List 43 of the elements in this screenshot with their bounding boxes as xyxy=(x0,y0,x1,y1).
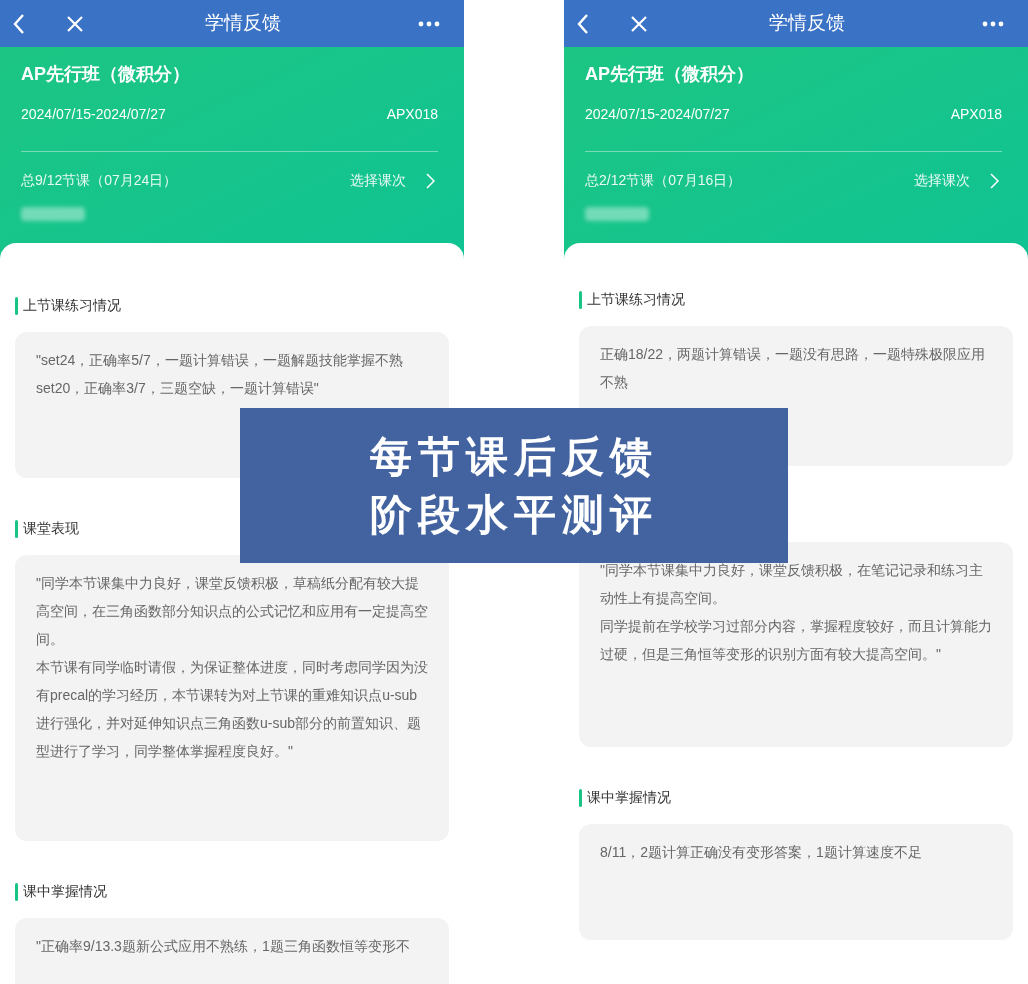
section-marker xyxy=(15,519,18,538)
course-dates: 2024/07/15-2024/07/27 xyxy=(585,105,730,124)
section-marker xyxy=(15,882,18,901)
select-lesson-link[interactable]: 选择课次 xyxy=(350,170,435,191)
section-title: 课堂表现 xyxy=(23,519,79,538)
blurred-name xyxy=(585,207,649,221)
feedback-text: 本节课有同学临时请假，为保证整体进度，同时考虑同学因为没有precal的学习经历，本节课转为对上节课的重难知识点u-sub进行强化，并对延伸知识点三角函数u-sub部分的前置知识、题型进行了学习，同学整体掌握程度良好。" xyxy=(36,658,428,761)
chevron-right-icon xyxy=(426,172,435,189)
close-icon[interactable] xyxy=(66,14,84,33)
chevron-right-icon xyxy=(990,172,999,189)
course-name: AP先行班（微积分） xyxy=(21,63,191,86)
feedback-text: "正确率9/13.3题新公式应用不熟练，1题三角函数恒等变形不 xyxy=(36,937,411,956)
section-title: 上节课练习情况 xyxy=(587,290,685,309)
section-title: 上节课练习情况 xyxy=(23,296,121,315)
page-title: 学情反馈 xyxy=(205,11,281,36)
feedback-text: "同学本节课集中力良好，课堂反馈积极，草稿纸分配有较大提高空间，在三角函数部分知识点的公式记忆和应用有一定提高空间。 xyxy=(36,574,428,649)
more-icon[interactable] xyxy=(418,20,440,27)
section-marker xyxy=(579,788,582,807)
feedback-text: set20，正确率3/7，三题空缺，一题计算错误" xyxy=(36,379,320,398)
section-title: 课中掌握情况 xyxy=(587,788,671,807)
banner-text: 阶段水平测评 xyxy=(370,489,658,540)
close-icon[interactable] xyxy=(630,14,648,33)
page-title: 学情反馈 xyxy=(769,11,845,36)
banner-text: 每节课后反馈 xyxy=(370,431,658,482)
back-icon[interactable] xyxy=(12,12,26,35)
lesson-info: 总2/12节课（07月16日） xyxy=(585,171,742,190)
feedback-text: 8/11，2题计算正确没有变形答案，1题计算速度不足 xyxy=(600,843,923,862)
blurred-name xyxy=(21,207,85,221)
feedback-text: "同学本节课集中力良好，课堂反馈积极，在笔记记录和练习主动性上有提高空间。 xyxy=(600,561,984,608)
lesson-info: 总9/12节课（07月24日） xyxy=(21,171,178,190)
section-title: 课中掌握情况 xyxy=(23,882,107,901)
course-code: APX018 xyxy=(950,105,1002,124)
feedback-text: 同学提前在学校学习过部分内容，掌握程度较好，而且计算能力过硬，但是三角恒等变形的识别方面有较大提高空间。" xyxy=(600,617,992,664)
course-code: APX018 xyxy=(386,105,438,124)
feedback-text: 正确18/22，两题计算错误，一题没有思路，一题特殊极限应用不熟 xyxy=(600,345,987,392)
feedback-text: "set24，正确率5/7，一题计算错误，一题解题技能掌握不熟 xyxy=(36,351,404,370)
course-dates: 2024/07/15-2024/07/27 xyxy=(21,105,166,124)
back-icon[interactable] xyxy=(576,12,590,35)
section-marker xyxy=(579,290,582,309)
more-icon[interactable] xyxy=(982,20,1004,27)
section-marker xyxy=(15,296,18,315)
course-name: AP先行班（微积分） xyxy=(585,63,755,86)
select-lesson-link[interactable]: 选择课次 xyxy=(914,170,999,191)
